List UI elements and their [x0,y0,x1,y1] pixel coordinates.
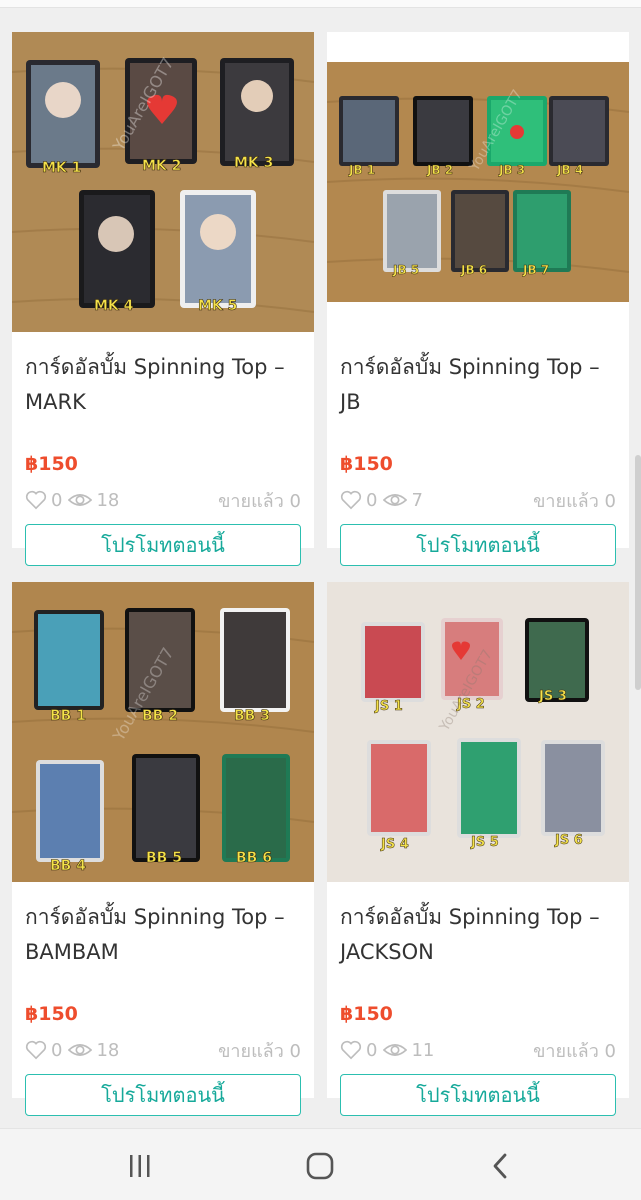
eye-icon [383,1041,408,1059]
card-label: BB 4 [50,858,86,874]
card-label: BB 3 [234,708,270,724]
product-title[interactable]: การ์ดอัลบั้ม Spinning Top – JACKSON [340,900,621,970]
card-label: JB 5 [392,263,419,277]
like-count: 0 [366,489,378,511]
card-label: JS 3 [538,689,567,704]
sold-count: ขายแล้ว 0 [218,490,301,512]
card-label: MK 3 [234,155,273,171]
card-label: MK 5 [198,298,237,314]
eye-icon [68,491,93,509]
product-title[interactable]: การ์ดอัลบั้ม Spinning Top – MARK [25,350,306,420]
card-label: MK 4 [94,298,134,314]
card-label: JB 7 [522,263,549,277]
product-stats: 0 7 ขายแล้ว 0 [340,487,616,513]
product-price: ฿150 [25,1003,78,1025]
promote-now-button[interactable]: โปรโมทตอนนี้ [340,524,616,566]
promote-now-button[interactable]: โปรโมทตอนนี้ [25,1074,301,1116]
product-stats: 0 18 ขายแล้ว 0 [25,1037,301,1063]
product-card-mark[interactable]: YouAreIGOT7 MK 1 MK 2 MK 3 MK 4 MK 5 การ… [12,32,314,566]
card-label: BB 6 [236,850,272,866]
product-card-bambam[interactable]: BB 1 BB 2 BB 3 BB 4 BB 5 BB 6 YouAreIGOT… [12,582,314,1116]
recent-apps-icon [130,1155,150,1177]
photocard-set-image: JB 1 JB 2 JB 3 JB 4 JB 5 JB 6 JB 7 YouAr… [327,32,629,332]
view-count: 7 [411,489,423,511]
product-photo[interactable]: JS 1 JS 2 JS 3 JS 4 JS 5 JS 6 YouAreIGOT… [327,582,629,882]
product-title[interactable]: การ์ดอัลบั้ม Spinning Top – BAMBAM [25,900,306,970]
heart-icon[interactable] [25,490,47,510]
home-icon [306,1152,334,1180]
product-stats: 0 11 ขายแล้ว 0 [340,1037,616,1063]
sold-count: ขายแล้ว 0 [533,490,616,512]
eye-icon [383,491,408,509]
product-price: ฿150 [25,453,78,475]
card-label: JS 5 [470,835,499,850]
product-photo[interactable]: JB 1 JB 2 JB 3 JB 4 JB 5 JB 6 JB 7 YouAr… [327,32,629,332]
heart-icon[interactable] [340,1040,362,1060]
card-label: BB 5 [146,850,182,866]
photocard-set-image: BB 1 BB 2 BB 3 BB 4 BB 5 BB 6 YouAreIGOT… [12,582,314,882]
product-grid: YouAreIGOT7 MK 1 MK 2 MK 3 MK 4 MK 5 การ… [0,0,641,1130]
card-label: JB 6 [460,263,487,277]
home-button[interactable] [298,1149,342,1183]
card-label: BB 1 [50,708,86,724]
product-card-jackson[interactable]: JS 1 JS 2 JS 3 JS 4 JS 5 JS 6 YouAreIGOT… [327,582,629,1116]
system-nav-bar [0,1128,641,1200]
card-label: JB 1 [348,163,375,177]
like-count: 0 [51,489,63,511]
product-price: ฿150 [340,1003,393,1025]
eye-icon [68,1041,93,1059]
card-label: MK 1 [42,160,81,176]
card-label: JB 3 [498,163,525,177]
photocard-set-image: JS 1 JS 2 JS 3 JS 4 JS 5 JS 6 YouAreIGOT… [327,582,629,882]
view-count: 18 [96,489,120,511]
heart-icon[interactable] [340,490,362,510]
product-card-jb[interactable]: JB 1 JB 2 JB 3 JB 4 JB 5 JB 6 JB 7 YouAr… [327,32,629,566]
card-label: JS 1 [374,699,403,714]
view-count: 11 [411,1039,435,1061]
heart-icon[interactable] [25,1040,47,1060]
card-label: JB 2 [426,163,453,177]
sold-count: ขายแล้ว 0 [218,1040,301,1062]
card-label: JB 4 [556,163,583,177]
sold-count: ขายแล้ว 0 [533,1040,616,1062]
like-count: 0 [51,1039,63,1061]
product-photo[interactable]: YouAreIGOT7 MK 1 MK 2 MK 3 MK 4 MK 5 [12,32,314,332]
recent-apps-button[interactable] [118,1149,162,1183]
card-label: BB 2 [142,708,178,724]
product-title[interactable]: การ์ดอัลบั้ม Spinning Top – JB [340,350,621,420]
product-stats: 0 18 ขายแล้ว 0 [25,487,301,513]
photocard-set-image: YouAreIGOT7 MK 1 MK 2 MK 3 MK 4 MK 5 [12,32,314,332]
promote-now-button[interactable]: โปรโมทตอนนี้ [340,1074,616,1116]
view-count: 18 [96,1039,120,1061]
product-photo[interactable]: BB 1 BB 2 BB 3 BB 4 BB 5 BB 6 YouAreIGOT… [12,582,314,882]
promote-now-button[interactable]: โปรโมทตอนนี้ [25,524,301,566]
card-label: JS 4 [380,837,409,852]
product-price: ฿150 [340,453,393,475]
card-label: MK 2 [142,158,181,174]
scrollbar-thumb[interactable] [635,455,641,690]
like-count: 0 [366,1039,378,1061]
back-icon [493,1153,507,1179]
back-button[interactable] [478,1149,522,1183]
card-label: JS 6 [554,833,583,848]
